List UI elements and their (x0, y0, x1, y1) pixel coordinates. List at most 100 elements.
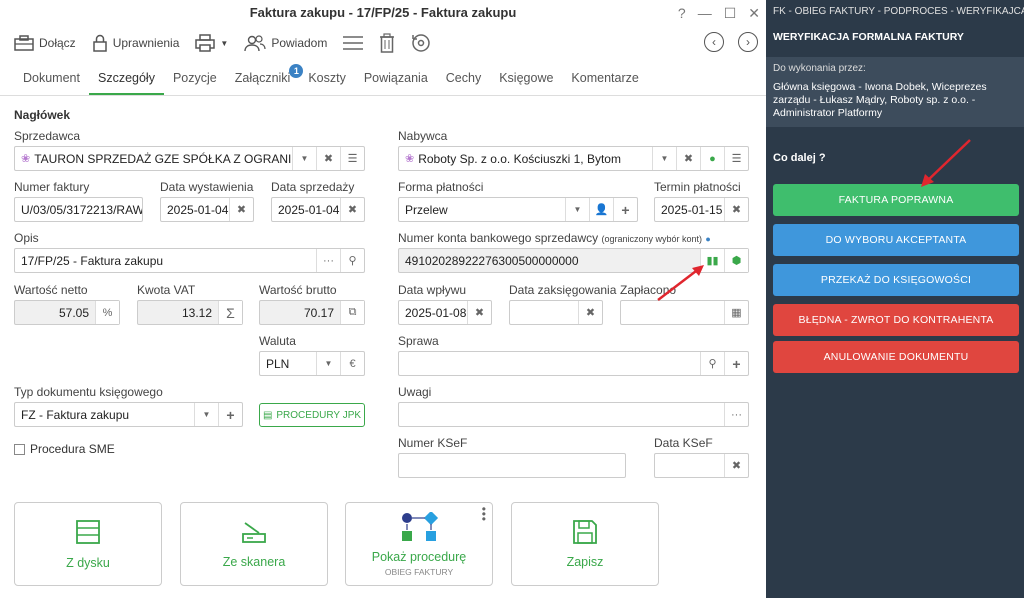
tab-pozycje[interactable]: Pozycje (164, 60, 226, 95)
next-record-button[interactable]: › (738, 32, 758, 52)
notify-button[interactable]: Powiadom (236, 29, 335, 57)
hamburger-icon (343, 36, 364, 50)
buyer-clear-button[interactable]: ✖ (676, 147, 700, 170)
vat-field[interactable]: 13.12 Σ (137, 300, 243, 325)
bank-account-verify-button[interactable]: ⬢ (724, 249, 748, 272)
assignees-label: Do wykonania przez: (773, 63, 866, 74)
sale-date-label: Data sprzedaży (271, 180, 355, 194)
minimize-button[interactable]: — (698, 0, 712, 26)
menu-button[interactable] (335, 29, 371, 57)
currency-field[interactable]: PLN ▼ € (259, 351, 365, 376)
buyer-dropdown-button[interactable]: ▼ (652, 147, 676, 170)
seller-list-button[interactable]: ☰ (340, 147, 364, 170)
cancel-document-button[interactable]: ANULOWANIE DOKUMENTU (773, 341, 1019, 373)
ksef-number-field[interactable] (398, 453, 626, 478)
save-card[interactable]: Zapisz (511, 502, 659, 586)
window-controls: ? — ☐ ✕ (678, 0, 760, 26)
payment-due-field[interactable]: 2025-01-15 ✖ (654, 197, 749, 222)
booking-date-clear-button[interactable]: ✖ (578, 301, 602, 324)
payment-form-field[interactable]: Przelew ▼ 👤 + (398, 197, 638, 222)
from-disk-card[interactable]: Z dysku (14, 502, 162, 586)
sale-date-clear-button[interactable]: ✖ (340, 198, 364, 221)
payment-form-add-button[interactable]: + (613, 198, 637, 221)
jpk-procedures-button[interactable]: ▤ PROCEDURY JPK (259, 403, 365, 427)
notes-field[interactable]: ··· (398, 402, 749, 427)
show-procedure-card[interactable]: • • • Pokaż procedurę OBIEG FAKTURY (345, 502, 493, 586)
seller-clear-button[interactable]: ✖ (316, 147, 340, 170)
currency-label: Waluta (259, 334, 296, 348)
sme-procedure-checkbox[interactable]: Procedura SME (14, 442, 115, 456)
bank-account-field[interactable]: 49102028922276300500000000 ▮▮ ⬢ (398, 248, 749, 273)
chevron-down-icon: ▼ (220, 38, 229, 48)
send-to-accounting-button[interactable]: PRZEKAŻ DO KSIĘGOWOŚCI (773, 264, 1019, 296)
paid-date-field[interactable]: ▦ (620, 300, 749, 325)
toolbar: Dołącz Uprawnienia ▼ Powiadom ‹ › (0, 26, 766, 60)
net-value-field[interactable]: 57.05 % (14, 300, 120, 325)
bank-account-book-button[interactable]: ▮▮ (700, 249, 724, 272)
invoice-number-value: U/03/05/3172213/RAW (21, 202, 142, 217)
buyer-list-button[interactable]: ☰ (724, 147, 748, 170)
maximize-button[interactable]: ☐ (724, 0, 737, 26)
previous-record-button[interactable]: ‹ (704, 32, 724, 52)
attach-button[interactable]: Dołącz (6, 29, 84, 57)
doc-type-field[interactable]: FZ - Faktura zakupu ▼ + (14, 402, 243, 427)
incorrect-return-button[interactable]: BŁĘDNA - ZWROT DO KONTRAHENTA (773, 304, 1019, 336)
tab-cechy[interactable]: Cechy (437, 60, 490, 95)
seller-field[interactable]: ❀ TAURON SPRZEDAŻ GZE SPÓŁKA Z OGRANICZO… (14, 146, 365, 171)
close-icon: ✖ (731, 460, 742, 472)
description-field[interactable]: 17/FP/25 - Faktura zakupu ··· ⚲ (14, 248, 365, 273)
tab-koszty[interactable]: Koszty (299, 60, 355, 95)
gross-value-field[interactable]: 70.17 ⧉ (259, 300, 365, 325)
gross-copy-button[interactable]: ⧉ (340, 301, 364, 324)
inflow-date-clear-button[interactable]: ✖ (467, 301, 491, 324)
paid-date-calendar-button[interactable]: ▦ (724, 301, 748, 324)
payment-form-user-button[interactable]: 👤 (589, 198, 613, 221)
help-button[interactable]: ? (678, 0, 686, 26)
more-vertical-icon[interactable]: • • • (482, 503, 486, 525)
description-search-button[interactable]: ⚲ (340, 249, 364, 272)
tab-szczegoly[interactable]: Szczegóły (88, 60, 164, 95)
close-button[interactable]: ✕ (748, 0, 760, 26)
net-percent-button[interactable]: % (95, 301, 119, 324)
payment-due-clear-button[interactable]: ✖ (724, 198, 748, 221)
issue-date-clear-button[interactable]: ✖ (229, 198, 253, 221)
chevron-down-icon: ▼ (300, 154, 309, 163)
save-label: Zapisz (566, 555, 604, 569)
description-more-button[interactable]: ··· (316, 249, 340, 272)
buyer-location-button[interactable]: ● (700, 147, 724, 170)
delete-button[interactable] (371, 29, 403, 57)
ksef-date-clear-button[interactable]: ✖ (724, 454, 748, 477)
tab-zalaczniki[interactable]: Załączniki 1 (226, 60, 304, 95)
buyer-field[interactable]: ❀ Roboty Sp. z o.o. Kościuszki 1, Bytom … (398, 146, 749, 171)
currency-rate-button[interactable]: € (340, 352, 364, 375)
doc-type-dropdown-button[interactable]: ▼ (194, 403, 218, 426)
doc-type-add-button[interactable]: + (218, 403, 242, 426)
notes-more-button[interactable]: ··· (724, 403, 748, 426)
currency-dropdown-button[interactable]: ▼ (316, 352, 340, 375)
booking-date-field[interactable]: ✖ (509, 300, 603, 325)
flowchart-icon (402, 511, 439, 541)
from-scanner-card[interactable]: Ze skanera (180, 502, 328, 586)
seller-dropdown-button[interactable]: ▼ (292, 147, 316, 170)
list-icon: ☰ (731, 153, 742, 165)
invoice-correct-button[interactable]: FAKTURA POPRAWNA (773, 184, 1019, 216)
tab-dokument[interactable]: Dokument (14, 60, 89, 95)
tab-komentarze[interactable]: Komentarze (562, 60, 647, 95)
inflow-date-field[interactable]: 2025-01-08 ✖ (398, 300, 492, 325)
permissions-button[interactable]: Uprawnienia (84, 29, 188, 57)
history-button[interactable] (403, 29, 439, 57)
ksef-date-field[interactable]: ✖ (654, 453, 749, 478)
print-button[interactable]: ▼ (187, 29, 236, 57)
payment-form-dropdown-button[interactable]: ▼ (565, 198, 589, 221)
issue-date-field[interactable]: 2025-01-04 ✖ (160, 197, 254, 222)
tab-powiazania[interactable]: Powiązania (355, 60, 437, 95)
vat-sum-button[interactable]: Σ (218, 301, 242, 324)
tab-ksiegowe[interactable]: Księgowe (490, 60, 562, 95)
invoice-number-field[interactable]: U/03/05/3172213/RAW (14, 197, 143, 222)
case-add-button[interactable]: + (724, 352, 748, 375)
sale-date-field[interactable]: 2025-01-04 ✖ (271, 197, 365, 222)
case-search-button[interactable]: ⚲ (700, 352, 724, 375)
to-approver-selection-button[interactable]: DO WYBORU AKCEPTANTA (773, 224, 1019, 256)
case-field[interactable]: ⚲ + (398, 351, 749, 376)
turtle-icon: ⬢ (731, 255, 742, 267)
